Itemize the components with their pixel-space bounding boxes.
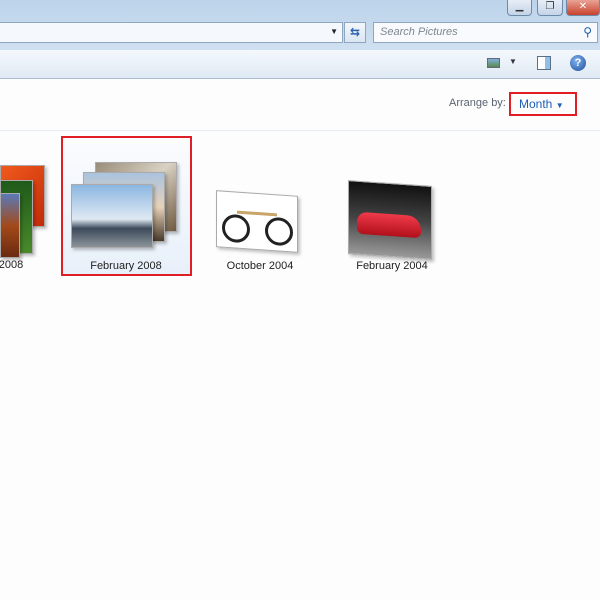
photo-thumbnail	[0, 193, 20, 258]
restore-button[interactable]: ❐	[537, 0, 563, 16]
close-icon: ✕	[578, 1, 588, 12]
restore-icon: ❐	[545, 1, 555, 12]
minimize-icon: ▁	[515, 1, 524, 12]
address-dropdown-icon[interactable]: ▼	[330, 27, 338, 36]
chevron-down-icon: ▼	[555, 101, 564, 110]
search-icon[interactable]: ⚲	[583, 25, 592, 39]
arrange-by-label: Arrange by:	[449, 97, 506, 109]
view-dropdown-icon[interactable]: ▼	[509, 57, 517, 66]
minimize-button[interactable]: ▁	[507, 0, 532, 16]
search-input[interactable]: Search Pictures ⚲	[373, 22, 598, 43]
window-chrome: ▁ ❐ ✕ ▼ ⇆ Search Pictures ⚲	[0, 0, 600, 50]
group-label: February 2008	[90, 260, 162, 272]
arrange-by-value: Month	[519, 97, 553, 111]
car-thumbnail[interactable]	[348, 180, 432, 260]
refresh-button[interactable]: ⇆	[344, 22, 366, 43]
group-label[interactable]: October 2004	[200, 260, 320, 272]
help-icon[interactable]: ?	[570, 55, 586, 71]
arrange-by-dropdown[interactable]: Month ▼	[509, 92, 577, 116]
photo-thumbnail	[71, 184, 153, 248]
search-placeholder: Search Pictures	[380, 26, 458, 38]
bicycle-thumbnail[interactable]	[216, 190, 298, 253]
toolbar: ▼ ?	[0, 50, 600, 79]
refresh-icon: ⇆	[349, 25, 361, 39]
preview-pane-icon[interactable]	[537, 56, 551, 70]
group-item[interactable]: 2008	[0, 160, 50, 285]
divider	[0, 130, 600, 131]
group-label[interactable]: February 2004	[332, 260, 452, 272]
close-button[interactable]: ✕	[566, 0, 600, 16]
change-view-icon[interactable]	[487, 58, 500, 68]
address-bar[interactable]: ▼	[0, 22, 343, 43]
